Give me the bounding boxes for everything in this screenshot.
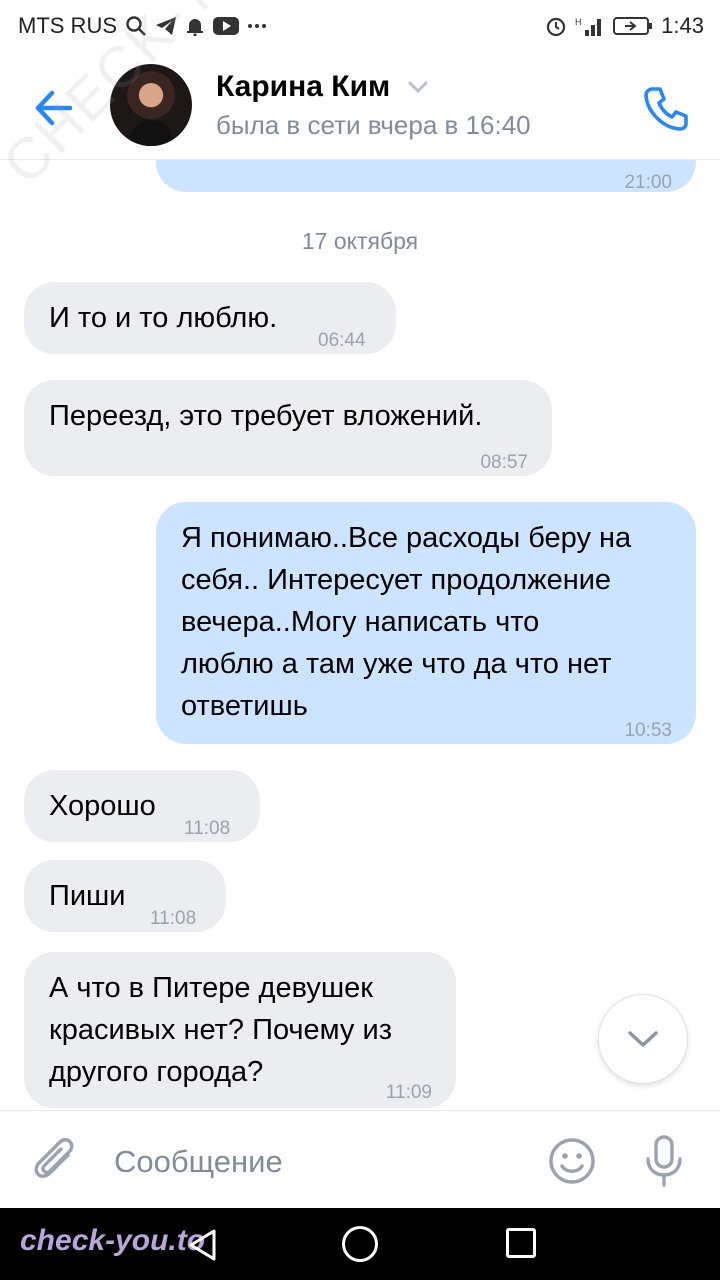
message-time: 11:08	[150, 908, 197, 929]
search-icon	[125, 15, 147, 37]
scroll-down-button[interactable]	[598, 994, 688, 1084]
message-time: 21:00	[624, 172, 672, 193]
message-composer	[0, 1110, 720, 1208]
message-outgoing[interactable]: Я понимаю..Все расходы беру на себя.. Ин…	[156, 502, 696, 744]
message-text: Хорошо	[49, 790, 156, 822]
message-text: Пиши	[49, 880, 126, 912]
message-text: И то и то люблю.	[49, 302, 278, 334]
message-time: 11:09	[385, 1082, 432, 1103]
message-text: Переезд, это требует вложений.	[49, 400, 483, 432]
phone-icon	[644, 87, 688, 131]
battery-icon	[613, 16, 653, 36]
watermark-site: check-you.to	[20, 1224, 206, 1257]
message-list[interactable]: 21:00 17 октября И то и то люблю. 06:44 …	[0, 160, 720, 1110]
date-separator: 17 октября	[301, 228, 419, 254]
message-incoming[interactable]: Пиши 11:08	[24, 860, 226, 932]
clock-label: 1:43	[661, 13, 704, 38]
message-time: 11:08	[184, 818, 231, 839]
message-incoming[interactable]: И то и то люблю. 06:44	[24, 282, 396, 354]
paperclip-icon	[34, 1138, 74, 1178]
svg-text:H: H	[575, 17, 582, 27]
emoji-button[interactable]	[546, 1135, 598, 1187]
microphone-icon	[646, 1135, 682, 1187]
chat-header: Карина Ким была в сети вчера в 16:40	[0, 52, 720, 160]
nav-recents-button[interactable]	[506, 1228, 536, 1258]
message-time: 06:44	[318, 330, 366, 351]
triangle-back-icon	[189, 1229, 216, 1261]
status-bar: MTS RUS H 1:43	[0, 0, 720, 52]
smile-icon	[549, 1138, 595, 1184]
contact-status: была в сети вчера в 16:40	[216, 110, 531, 140]
nav-home-button[interactable]	[342, 1226, 378, 1262]
call-button[interactable]	[640, 82, 692, 134]
message-outgoing-previous[interactable]: 21:00	[156, 160, 696, 193]
contact-name[interactable]: Карина Ким	[216, 70, 390, 104]
notification-icon	[185, 16, 205, 36]
message-incoming[interactable]: Хорошо 11:08	[24, 770, 260, 842]
chevron-down-icon	[628, 1031, 658, 1047]
telegram-icon	[155, 16, 177, 36]
message-text: А что в Питере девушек красивых нет? Поч…	[49, 972, 392, 1088]
system-navigation-bar: check-you.to	[0, 1208, 720, 1280]
arrow-left-icon	[35, 90, 73, 126]
signal-icon: H	[575, 15, 605, 37]
nav-back-button[interactable]	[186, 1228, 220, 1262]
avatar[interactable]	[110, 64, 192, 146]
voice-message-button[interactable]	[640, 1133, 688, 1189]
message-time: 10:53	[624, 720, 672, 741]
message-text: Я понимаю..Все расходы беру на себя.. Ин…	[181, 522, 632, 722]
status-left: MTS RUS	[18, 13, 267, 39]
chevron-down-icon[interactable]	[408, 80, 428, 94]
message-incoming[interactable]: Переезд, это требует вложений. 08:57	[24, 380, 552, 476]
alarm-icon	[545, 15, 567, 37]
message-incoming[interactable]: А что в Питере девушек красивых нет? Поч…	[24, 952, 456, 1108]
more-notifications-icon	[247, 23, 267, 29]
message-input[interactable]	[114, 1137, 514, 1187]
attach-button[interactable]	[30, 1135, 82, 1187]
back-button[interactable]	[28, 82, 80, 134]
carrier-label: MTS RUS	[18, 13, 117, 38]
status-right: H 1:43	[545, 13, 704, 39]
youtube-icon	[213, 17, 239, 35]
message-time: 08:57	[480, 452, 528, 473]
